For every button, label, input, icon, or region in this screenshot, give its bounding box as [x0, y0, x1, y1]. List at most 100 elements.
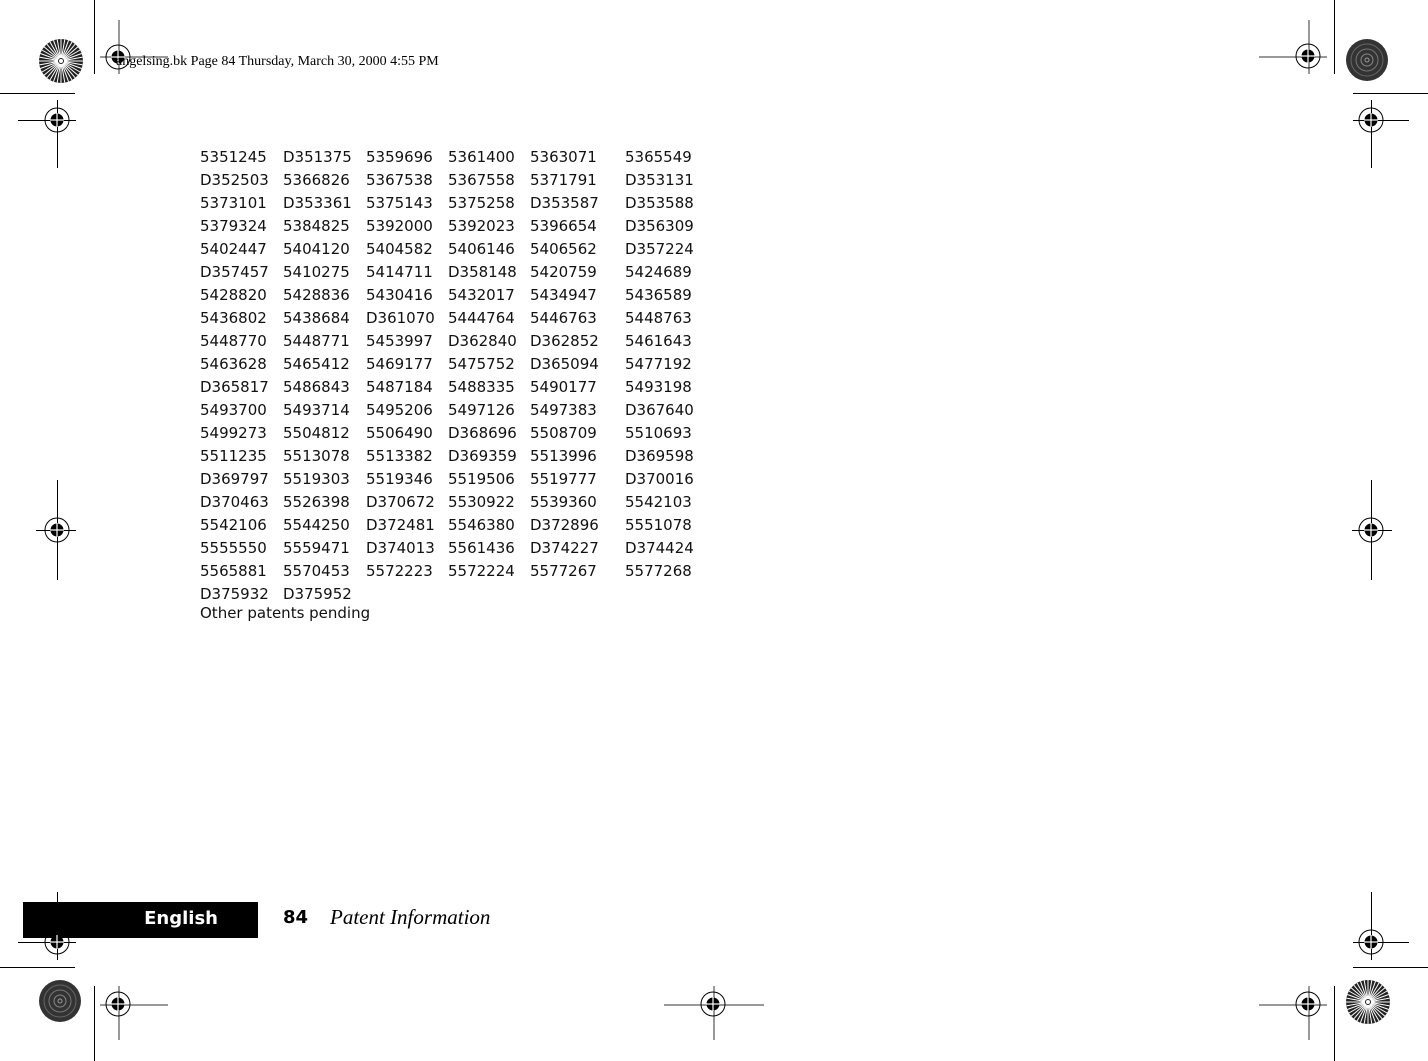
- patent-row: D357457 5410275 5414711 D358148 5420759 54246…: [200, 261, 705, 284]
- patent-number: 5461643: [625, 332, 692, 350]
- registration-mark-icon: [44, 107, 70, 133]
- patent-number: D370463: [200, 493, 269, 511]
- patent-number: [530, 583, 625, 606]
- patent-number: D374424: [625, 539, 694, 557]
- concentric-target-icon: [39, 980, 81, 1022]
- patent-number: 5577268: [625, 562, 692, 580]
- patent-number: 5406146: [448, 240, 515, 258]
- patent-number: 5497383: [530, 401, 597, 419]
- patent-number: D368696: [448, 424, 517, 442]
- patent-number: D361070: [366, 309, 435, 327]
- patent-number: 5444764: [448, 309, 515, 327]
- patent-number: 5436589: [625, 286, 692, 304]
- patent-row: 5436802 5438684 D361070 5444764 5446763 54487…: [200, 307, 705, 330]
- patent-number: 5410275: [283, 263, 350, 281]
- patent-row: D369797 5519303 5519346 5519506 5519777 D3700…: [200, 468, 705, 491]
- patent-number: 5428836: [283, 286, 350, 304]
- patent-number: 5361400: [448, 148, 515, 166]
- patent-row: 5499273 5504812 5506490 D368696 5508709 55106…: [200, 422, 705, 445]
- patent-row: D365817 5486843 5487184 5488335 5490177 54931…: [200, 376, 705, 399]
- patent-row: 5428820 5428836 5430416 5432017 5434947 54365…: [200, 284, 705, 307]
- starburst-target-icon: [39, 39, 83, 83]
- patent-number: D351375: [283, 148, 352, 166]
- patent-number: 5384825: [283, 217, 350, 235]
- patent-number: 5438684: [283, 309, 350, 327]
- patent-number: 5508709: [530, 424, 597, 442]
- patents-pending-note: Other patents pending: [200, 604, 371, 622]
- patent-number: 5351245: [200, 148, 267, 166]
- patent-number: 5519346: [366, 470, 433, 488]
- patent-number: 5446763: [530, 309, 597, 327]
- language-label: English: [144, 908, 218, 929]
- patent-row: D370463 5526398 D370672 5530922 5539360 55421…: [200, 491, 705, 514]
- patent-number: 5448771: [283, 332, 350, 350]
- patent-number: D362840: [448, 332, 517, 350]
- patent-number: 5495206: [366, 401, 433, 419]
- patent-number: 5559471: [283, 539, 350, 557]
- patent-number: 5513996: [530, 447, 597, 465]
- patent-number: 5555550: [200, 539, 267, 557]
- patent-row: 5402447 5404120 5404582 5406146 5406562 D3572…: [200, 238, 705, 261]
- patent-row: 5463628 5465412 5469177 5475752 D365094 54771…: [200, 353, 705, 376]
- starburst-target-icon: [1346, 980, 1390, 1024]
- patent-number: D357457: [200, 263, 269, 281]
- patent-number: 5504812: [283, 424, 350, 442]
- patent-number: 5493714: [283, 401, 350, 419]
- patent-number: 5375258: [448, 194, 515, 212]
- registration-mark-icon: [105, 991, 131, 1017]
- patent-number: D374013: [366, 539, 435, 557]
- registration-mark-icon: [1358, 107, 1384, 133]
- patent-number: 5477192: [625, 355, 692, 373]
- patent-number: D356309: [625, 217, 694, 235]
- patent-number: 5367538: [366, 171, 433, 189]
- patent-number: 5493700: [200, 401, 267, 419]
- crop-line: [94, 0, 95, 74]
- patent-number: 5436802: [200, 309, 267, 327]
- patent-number: 5530922: [448, 493, 515, 511]
- patent-number: D370016: [625, 470, 694, 488]
- patent-row: 5511235 5513078 5513382 D369359 5513996 D3695…: [200, 445, 705, 468]
- patent-number: D358148: [448, 263, 517, 281]
- patent-number: D362852: [530, 332, 599, 350]
- patent-number: 5519506: [448, 470, 515, 488]
- patent-number: 5420759: [530, 263, 597, 281]
- registration-mark-icon: [44, 517, 70, 543]
- patent-number: 5430416: [366, 286, 433, 304]
- patent-row: 5351245 D351375 5359696 5361400 5363071 53655…: [200, 146, 705, 169]
- patent-number: D372896: [530, 516, 599, 534]
- crop-line: [1353, 967, 1428, 968]
- patent-number-table: 5351245 D351375 5359696 5361400 5363071 53655…: [200, 146, 705, 606]
- patent-number: [366, 583, 448, 606]
- patent-number: 5392000: [366, 217, 433, 235]
- patent-number: 5493198: [625, 378, 692, 396]
- patent-number: 5469177: [366, 355, 433, 373]
- registration-mark-icon: [1358, 517, 1384, 543]
- patent-number: 5497126: [448, 401, 515, 419]
- patent-number: D369797: [200, 470, 269, 488]
- patent-number: 5359696: [366, 148, 433, 166]
- patent-number: 5519777: [530, 470, 597, 488]
- patent-number: [625, 583, 705, 606]
- patent-number: 5404582: [366, 240, 433, 258]
- patent-number: 5544250: [283, 516, 350, 534]
- patent-number: D365094: [530, 355, 599, 373]
- patent-number: 5434947: [530, 286, 597, 304]
- patent-number: 5453997: [366, 332, 433, 350]
- patent-number: 5487184: [366, 378, 433, 396]
- patent-number: 5577267: [530, 562, 597, 580]
- patent-row: 5379324 5384825 5392000 5392023 5396654 D3563…: [200, 215, 705, 238]
- patent-number: 5561436: [448, 539, 515, 557]
- crop-line: [1353, 93, 1428, 94]
- patent-number: 5565881: [200, 562, 267, 580]
- patent-number: 5465412: [283, 355, 350, 373]
- print-slug: angelsing.bk Page 84 Thursday, March 30,…: [116, 54, 439, 69]
- patent-number: 5572223: [366, 562, 433, 580]
- patent-number: 5375143: [366, 194, 433, 212]
- patent-row: 5373101 D353361 5375143 5375258 D353587 D3535…: [200, 192, 705, 215]
- patent-number: D367640: [625, 401, 694, 419]
- patent-number: 5539360: [530, 493, 597, 511]
- patent-number: D370672: [366, 493, 435, 511]
- patent-number: 5463628: [200, 355, 267, 373]
- patent-number: 5475752: [448, 355, 515, 373]
- registration-mark-icon: [1295, 43, 1321, 69]
